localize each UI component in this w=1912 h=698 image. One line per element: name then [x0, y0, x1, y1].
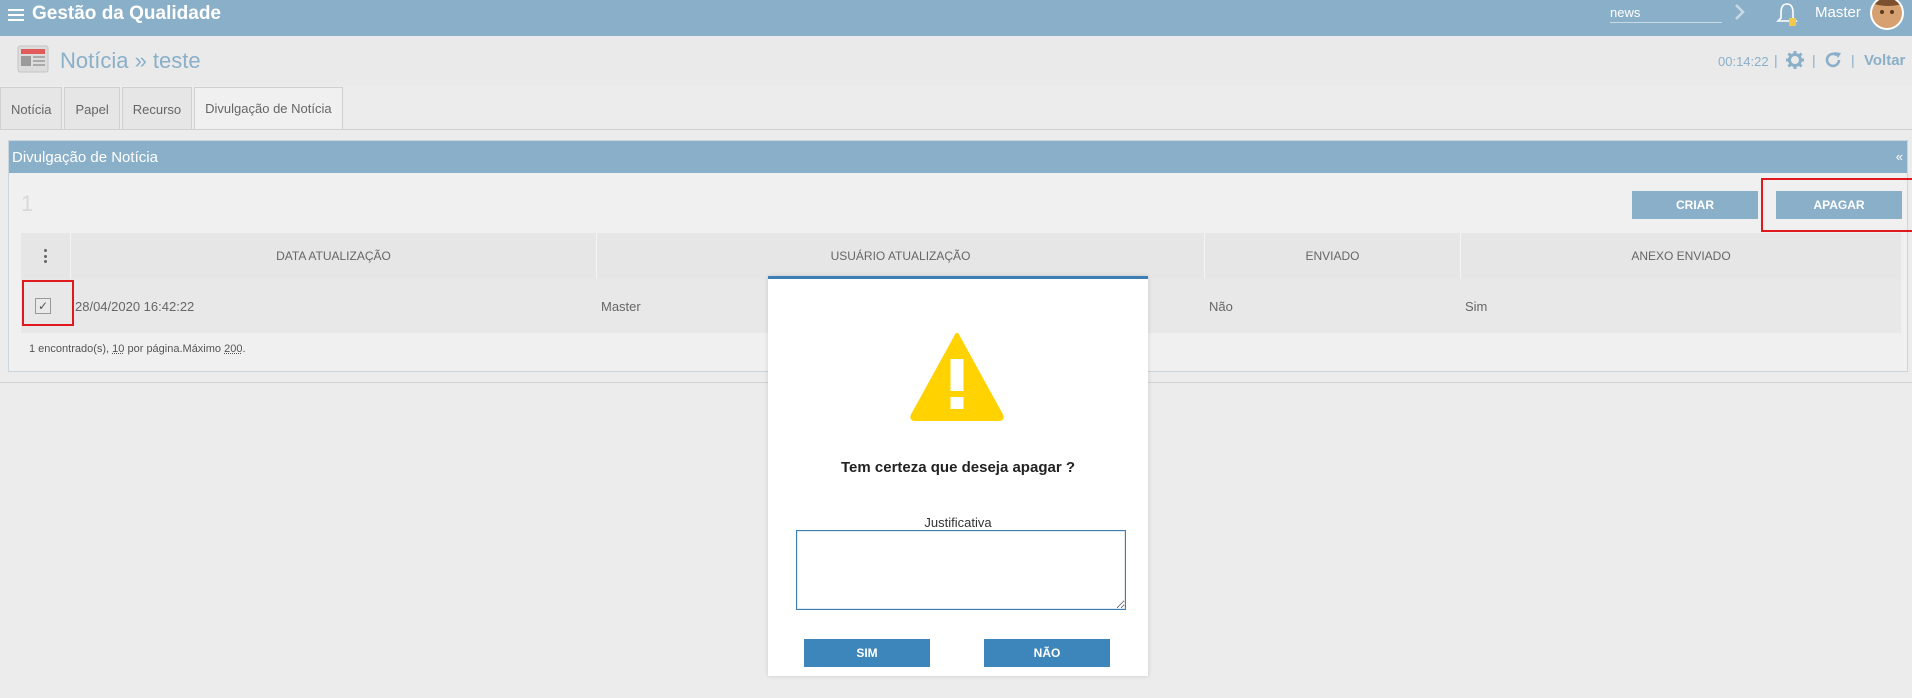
- separator: |: [1774, 52, 1778, 68]
- chevron-right-icon[interactable]: [1730, 2, 1750, 22]
- kebab-menu-icon: [44, 249, 48, 263]
- tab-recurso[interactable]: Recurso: [121, 87, 193, 130]
- user-name[interactable]: Master: [1815, 4, 1861, 21]
- page-title: Notícia » teste: [60, 48, 201, 73]
- separator: |: [1851, 52, 1855, 68]
- refresh-icon[interactable]: [1824, 51, 1842, 69]
- tab-divulgacao-de-noticia[interactable]: Divulgação de Notícia: [194, 87, 343, 130]
- panel-header: Divulgação de Notícia «: [9, 141, 1907, 173]
- max-selector[interactable]: 200: [224, 343, 242, 355]
- table-header: DATA ATUALIZAÇÃO USUÁRIO ATUALIZAÇÃO ENV…: [21, 233, 1901, 279]
- cell-data-atualizacao: 28/04/2020 16:42:22: [75, 298, 195, 314]
- found-count: 1 encontrado(s),: [29, 343, 110, 355]
- tab-papel[interactable]: Papel: [64, 87, 120, 130]
- session-clock: 00:14:22: [1718, 54, 1769, 69]
- bell-icon[interactable]: [1776, 2, 1798, 26]
- separator: |: [1812, 52, 1816, 68]
- column-header[interactable]: USUÁRIO ATUALIZAÇÃO: [597, 233, 1205, 279]
- search-box: [1610, 3, 1722, 23]
- cell-anexo-enviado: Sim: [1465, 298, 1488, 314]
- warning-icon: [910, 333, 1004, 421]
- dialog-question: Tem certeza que deseja apagar ?: [841, 459, 1075, 476]
- gear-icon[interactable]: [1786, 51, 1804, 69]
- back-link[interactable]: Voltar: [1864, 52, 1905, 69]
- justificativa-label: Justificativa: [924, 515, 992, 530]
- avatar[interactable]: [1870, 0, 1904, 30]
- per-page-text: por página.Máximo: [127, 343, 222, 355]
- tab-bar: Notícia Papel Recurso Divulgação de Notí…: [0, 87, 345, 130]
- collapse-icon[interactable]: «: [1896, 149, 1903, 164]
- app-title: Gestão da Qualidade: [32, 3, 221, 24]
- sim-button[interactable]: SIM: [804, 639, 930, 667]
- newspaper-icon: [17, 45, 49, 73]
- cell-enviado: Não: [1209, 298, 1233, 314]
- highlight-box: [22, 280, 74, 326]
- tab-noticia[interactable]: Notícia: [0, 87, 63, 130]
- confirm-delete-dialog: Tem certeza que deseja apagar ? Justific…: [768, 276, 1148, 676]
- column-header[interactable]: ENVIADO: [1205, 233, 1461, 279]
- page-header: Notícia » teste 00:14:22 | | | Voltar: [0, 36, 1912, 86]
- justificativa-textarea[interactable]: [796, 530, 1126, 610]
- per-page-selector[interactable]: 10: [112, 343, 124, 355]
- column-header[interactable]: ANEXO ENVIADO: [1461, 233, 1901, 279]
- hamburger-menu-icon[interactable]: [8, 7, 24, 23]
- search-input[interactable]: [1610, 3, 1722, 21]
- divider: [0, 129, 1912, 130]
- nao-button[interactable]: NÃO: [984, 639, 1110, 667]
- column-header[interactable]: DATA ATUALIZAÇÃO: [71, 233, 597, 279]
- criar-button[interactable]: CRIAR: [1632, 191, 1758, 219]
- footer-end: .: [242, 343, 246, 355]
- highlight-box: [1761, 178, 1912, 232]
- top-bar: Gestão da Qualidade Master: [0, 0, 1912, 36]
- record-count: 1: [21, 191, 34, 216]
- panel-title: Divulgação de Notícia: [12, 149, 158, 166]
- column-menu-button[interactable]: [21, 233, 71, 279]
